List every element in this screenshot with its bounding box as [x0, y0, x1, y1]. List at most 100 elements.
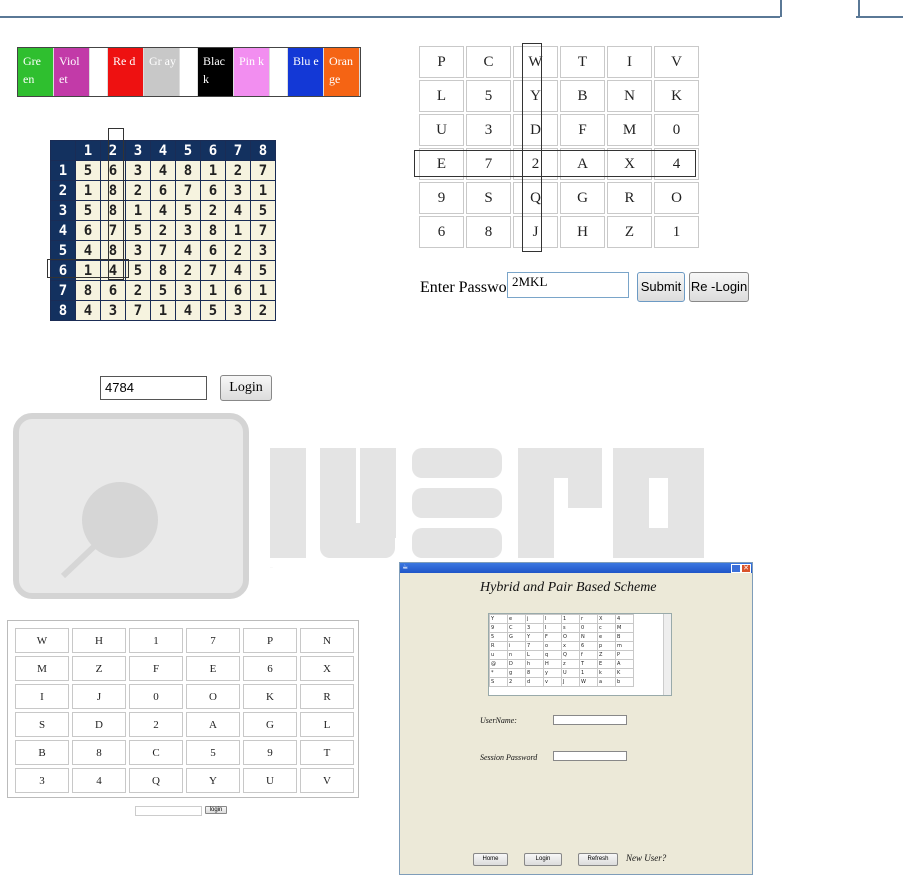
letter-cell[interactable]: U [419, 114, 464, 146]
window-grid-cell[interactable]: 1 [579, 668, 598, 678]
grid-cell[interactable]: 5 [200, 300, 226, 321]
window-grid-cell[interactable]: J [561, 677, 580, 687]
bottom-grid-cell[interactable]: 6 [243, 656, 297, 681]
window-grid-cell[interactable]: a [597, 677, 616, 687]
letter-cell[interactable]: S [466, 182, 511, 214]
window-grid-cell[interactable]: e [597, 632, 616, 642]
grid-cell[interactable]: 4 [175, 240, 201, 261]
grid-cell[interactable]: 1 [125, 200, 151, 221]
bottom-grid-cell[interactable]: 4 [72, 768, 126, 793]
grid-cell[interactable]: 3 [125, 240, 151, 261]
grid-cell[interactable]: 5 [125, 260, 151, 281]
username-input[interactable] [553, 715, 627, 725]
grid-cell[interactable]: 7 [150, 240, 176, 261]
window-grid-cell[interactable]: Q [561, 650, 580, 660]
window-grid-cell[interactable]: M [615, 623, 634, 633]
bottom-grid-cell[interactable]: 2 [129, 712, 183, 737]
grid-cell[interactable]: 3 [125, 160, 151, 181]
grid-cell[interactable]: 2 [225, 240, 251, 261]
window-grid-cell[interactable]: x [561, 641, 580, 651]
letter-cell[interactable]: V [654, 46, 699, 78]
letter-cell[interactable]: T [560, 46, 605, 78]
grid-cell[interactable]: 3 [225, 180, 251, 201]
pin-input[interactable]: 4784 [100, 376, 207, 400]
grid-cell[interactable]: 6 [200, 180, 226, 201]
window-grid-cell[interactable]: G [507, 632, 526, 642]
relogin-button[interactable]: Re -Login [689, 272, 749, 302]
window-grid-cell[interactable]: e [507, 614, 526, 624]
bottom-grid-cell[interactable]: M [15, 656, 69, 681]
letter-cell[interactable]: 1 [654, 216, 699, 248]
letter-cell[interactable]: 9 [419, 182, 464, 214]
bottom-grid-cell[interactable]: E [186, 656, 240, 681]
letter-cell[interactable]: P [419, 46, 464, 78]
window-grid-cell[interactable]: D [507, 659, 526, 669]
letter-cell[interactable]: R [607, 182, 652, 214]
bottom-grid-cell[interactable]: W [15, 628, 69, 653]
window-grid-cell[interactable]: 4 [615, 614, 634, 624]
window-grid-cell[interactable]: S [489, 677, 508, 687]
bottom-grid-cell[interactable]: 1 [129, 628, 183, 653]
grid-scrollbar[interactable] [663, 614, 671, 695]
grid-cell[interactable]: 5 [125, 220, 151, 241]
window-grid-cell[interactable]: m [615, 641, 634, 651]
window-grid-cell[interactable]: h [525, 659, 544, 669]
window-grid-cell[interactable]: 3 [525, 623, 544, 633]
bottom-grid-cell[interactable]: R [300, 684, 354, 709]
letter-cell[interactable]: B [560, 80, 605, 112]
grid-cell[interactable]: 1 [225, 220, 251, 241]
window-grid-cell[interactable]: Y [525, 632, 544, 642]
grid-cell[interactable]: 8 [150, 260, 176, 281]
window-grid-cell[interactable]: l [543, 614, 562, 624]
bottom-grid-cell[interactable]: 3 [15, 768, 69, 793]
grid-cell[interactable]: 6 [225, 280, 251, 301]
grid-cell[interactable]: 2 [225, 160, 251, 181]
color-swatch[interactable]: Pin k [234, 48, 270, 96]
window-grid-cell[interactable]: u [489, 650, 508, 660]
grid-cell[interactable]: 8 [75, 280, 101, 301]
bottom-grid-cell[interactable]: C [129, 740, 183, 765]
bottom-grid-cell[interactable]: 7 [186, 628, 240, 653]
window-grid-cell[interactable]: 8 [525, 668, 544, 678]
letter-cell[interactable]: F [560, 114, 605, 146]
color-swatch[interactable]: Blu e [288, 48, 324, 96]
grid-cell[interactable]: 5 [250, 260, 276, 281]
new-user-link[interactable]: New User? [626, 853, 666, 863]
window-grid-cell[interactable]: 2 [507, 677, 526, 687]
bottom-grid-cell[interactable]: X [300, 656, 354, 681]
bottom-grid-cell[interactable]: O [186, 684, 240, 709]
color-swatch[interactable]: Blac k [198, 48, 234, 96]
window-grid-cell[interactable]: i [507, 641, 526, 651]
grid-cell[interactable]: 2 [150, 220, 176, 241]
bottom-grid-cell[interactable]: L [300, 712, 354, 737]
grid-cell[interactable]: 3 [100, 300, 126, 321]
window-grid-cell[interactable]: b [615, 677, 634, 687]
letter-cell[interactable]: M [607, 114, 652, 146]
window-grid-cell[interactable]: c [597, 623, 616, 633]
grid-cell[interactable]: 4 [150, 160, 176, 181]
window-grid-cell[interactable]: n [507, 650, 526, 660]
window-grid-cell[interactable]: X [597, 614, 616, 624]
window-grid-cell[interactable]: L [525, 650, 544, 660]
window-grid-cell[interactable]: v [543, 677, 562, 687]
window-grid-cell[interactable]: z [561, 659, 580, 669]
grid-cell[interactable]: 2 [200, 200, 226, 221]
bottom-login-button[interactable]: login [205, 806, 227, 814]
grid-cell[interactable]: 3 [250, 240, 276, 261]
window-grid-cell[interactable]: O [561, 632, 580, 642]
letter-cell[interactable]: 8 [466, 216, 511, 248]
grid-cell[interactable]: 5 [75, 160, 101, 181]
color-swatch[interactable]: Oran ge [324, 48, 360, 96]
window-grid-cell[interactable]: 5 [489, 632, 508, 642]
window-grid-cell[interactable]: F [543, 632, 562, 642]
grid-cell[interactable]: 1 [250, 280, 276, 301]
window-grid-cell[interactable]: g [507, 668, 526, 678]
bottom-password-input[interactable] [135, 806, 202, 816]
grid-cell[interactable]: 5 [250, 200, 276, 221]
window-grid-cell[interactable]: q [543, 650, 562, 660]
window-grid-cell[interactable]: W [579, 677, 598, 687]
bottom-grid-cell[interactable]: 0 [129, 684, 183, 709]
window-grid-cell[interactable]: y [543, 668, 562, 678]
grid-cell[interactable]: 1 [200, 280, 226, 301]
window-grid-cell[interactable]: f [579, 650, 598, 660]
